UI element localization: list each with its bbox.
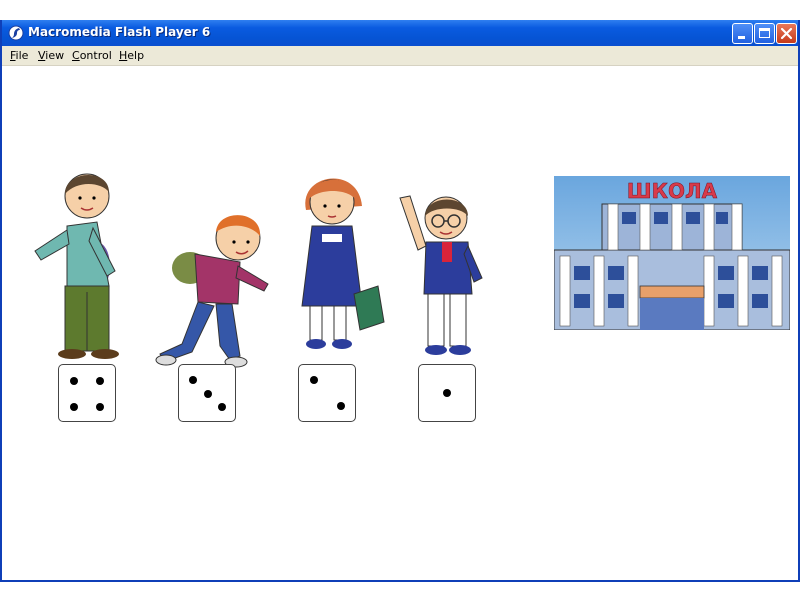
die-pip	[204, 390, 212, 398]
boy-glasses-figure[interactable]	[390, 188, 490, 368]
minimize-icon	[738, 36, 745, 39]
die-two[interactable]	[298, 364, 356, 422]
menu-control[interactable]: Control	[72, 49, 112, 62]
die-pip	[96, 377, 104, 385]
title-bar[interactable]: Macromedia Flash Player 6	[2, 20, 798, 46]
menu-file[interactable]: File	[10, 49, 28, 62]
menu-help[interactable]: Help	[119, 49, 144, 62]
close-icon	[780, 27, 793, 40]
flash-icon	[8, 25, 24, 41]
maximize-icon	[759, 28, 770, 38]
school-building-image[interactable]: ШКОЛА	[554, 176, 790, 330]
school-sign: ШКОЛА	[627, 179, 718, 203]
die-pip	[70, 403, 78, 411]
die-pip	[337, 402, 345, 410]
close-button[interactable]	[776, 23, 797, 44]
die-pip	[189, 376, 197, 384]
minimize-button[interactable]	[732, 23, 753, 44]
window-title: Macromedia Flash Player 6	[28, 25, 211, 39]
flash-stage[interactable]: ШКОЛА	[2, 66, 798, 580]
die-pip	[310, 376, 318, 384]
die-pip	[96, 403, 104, 411]
die-pip	[218, 403, 226, 411]
girl-with-bag-figure[interactable]	[288, 154, 388, 369]
die-three[interactable]	[178, 364, 236, 422]
menu-view[interactable]: View	[38, 49, 64, 62]
die-one[interactable]	[418, 364, 476, 422]
boy-running-figure[interactable]	[150, 194, 280, 369]
die-pip	[70, 377, 78, 385]
flash-player-window: Macromedia Flash Player 6 File View Cont…	[0, 20, 800, 582]
menu-bar: File View Control Help	[2, 46, 798, 66]
maximize-button[interactable]	[754, 23, 775, 44]
die-four[interactable]	[58, 364, 116, 422]
boy-pointing-figure[interactable]	[17, 156, 132, 366]
die-pip	[443, 389, 451, 397]
